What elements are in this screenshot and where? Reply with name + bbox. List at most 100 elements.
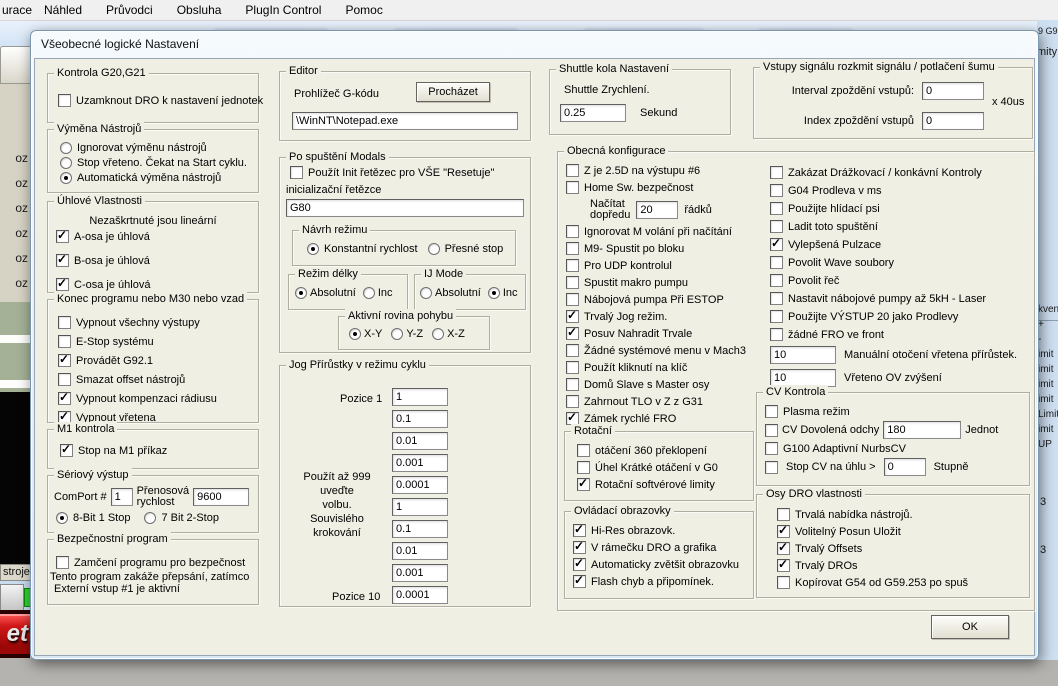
checkbox[interactable] [566, 225, 579, 238]
radio-row[interactable]: Konstantní rychlost [307, 243, 418, 255]
jog-increment-input[interactable] [392, 410, 448, 428]
ok-button[interactable]: OK [931, 615, 1009, 639]
checkbox[interactable] [566, 327, 579, 340]
radio-row[interactable]: Inc [363, 287, 393, 299]
checkbox[interactable] [573, 541, 586, 554]
radio-row[interactable]: 7 Bit 2-Stop [144, 512, 218, 524]
checkbox-row[interactable]: Volitelný Posun Uložit [777, 525, 1029, 538]
checkbox-row[interactable]: V rámečku DRO a grafika [573, 541, 753, 554]
cv-tolerance-input[interactable] [883, 421, 961, 439]
checkbox[interactable] [770, 292, 783, 305]
jog-increment-input[interactable] [392, 564, 448, 582]
menu-item[interactable]: Náhled [44, 3, 82, 17]
checkbox[interactable] [765, 424, 778, 437]
checkbox-row[interactable]: E-Stop systému [58, 335, 258, 348]
jog-increment-input[interactable] [392, 586, 448, 604]
jog-increment-input[interactable] [392, 542, 448, 560]
checkbox-row[interactable]: Provádět G92.1 [58, 354, 258, 367]
jog-increment-input[interactable] [392, 476, 448, 494]
checkbox-row[interactable]: Vypnout kompenzaci rádiusu [58, 392, 258, 405]
checkbox[interactable] [566, 310, 579, 323]
checkbox[interactable] [60, 444, 73, 457]
checkbox-row[interactable]: Pro UDP kontrolul [566, 259, 768, 272]
checkbox-row[interactable]: Hi-Res obrazovk. [573, 524, 753, 537]
checkbox[interactable] [58, 354, 71, 367]
checkbox[interactable] [58, 94, 71, 107]
checkbox-row[interactable]: Použít kliknutí na klíč [566, 361, 768, 374]
checkbox-row[interactable]: žádné FRO ve front [770, 328, 1034, 341]
checkbox[interactable] [56, 556, 69, 569]
checkbox-row[interactable]: Home Sw. bezpečnost [566, 181, 768, 194]
checkbox[interactable] [770, 274, 783, 287]
checkbox[interactable] [566, 164, 579, 177]
radio-row[interactable]: Přesné stop [428, 243, 504, 255]
checkbox-row[interactable]: Trvalý Offsets [777, 542, 1029, 555]
checkbox[interactable] [770, 310, 783, 323]
checkbox-row[interactable]: Spustit makro pumpu [566, 276, 768, 289]
checkbox-row[interactable]: Nábojová pumpa Při ESTOP [566, 293, 768, 306]
radio[interactable] [307, 243, 319, 255]
checkbox-row[interactable]: Žádné systémové menu v Mach3 [566, 344, 768, 357]
checkbox-row[interactable]: G04 Prodleva v ms [770, 184, 1034, 197]
checkbox[interactable] [290, 166, 303, 179]
checkbox-row[interactable]: Úhel Krátké otáčení v G0 [577, 461, 753, 474]
checkbox-row[interactable]: Posuv Nahradit Trvale [566, 327, 768, 340]
checkbox[interactable] [56, 254, 69, 267]
checkbox[interactable] [777, 576, 790, 589]
checkbox-row[interactable]: Automaticky zvětšit obrazovku [573, 558, 753, 571]
checkbox[interactable] [566, 181, 579, 194]
checkbox-row[interactable]: Smazat offset nástrojů [58, 373, 258, 386]
checkbox[interactable] [566, 378, 579, 391]
checkbox-row[interactable]: Trvalý Jog režim. [566, 310, 768, 323]
radio-row[interactable]: Stop vřeteno. Čekat na Start cyklu. [60, 157, 258, 169]
checkbox[interactable] [770, 220, 783, 233]
checkbox-row[interactable]: Zakázat Drážkovací / konkávní Kontroly [770, 166, 1034, 179]
init-string-input[interactable] [286, 199, 524, 217]
checkbox-row[interactable]: Z je 2.5D na výstupu #6 [566, 164, 768, 177]
menu-item[interactable]: Pomoc [345, 3, 382, 17]
radio[interactable] [60, 172, 72, 184]
checkbox-row[interactable]: Rotační softvérové limity [577, 478, 753, 491]
checkbox-row[interactable]: Použijte VÝSTUP 20 jako Prodlevy [770, 310, 1034, 323]
checkbox[interactable] [573, 524, 586, 537]
radio-row[interactable]: Ignorovat výměnu nástrojů [60, 142, 258, 154]
checkbox[interactable] [566, 344, 579, 357]
radio[interactable] [432, 328, 444, 340]
checkbox-row[interactable]: Vylepšená Pulzace [770, 238, 1034, 251]
checkbox-row[interactable]: Trvalý DROs [777, 559, 1029, 572]
browse-button[interactable]: Procházet [416, 82, 490, 102]
jog-increment-input[interactable] [392, 454, 448, 472]
checkbox[interactable] [566, 242, 579, 255]
lookahead-input[interactable] [636, 201, 678, 219]
checkbox[interactable] [777, 559, 790, 572]
radio[interactable] [363, 287, 375, 299]
radio[interactable] [420, 287, 432, 299]
radio[interactable] [488, 287, 500, 299]
checkbox-row[interactable]: Trvalá nabídka nástrojů. [777, 508, 1029, 521]
radio[interactable] [144, 512, 156, 524]
checkbox-row[interactable]: Kopírovat G54 od G59.253 po spuš [777, 576, 1029, 589]
editor-path-input[interactable] [292, 112, 518, 130]
checkbox-row[interactable]: Flash chyb a připomínek. [573, 575, 753, 588]
checkbox[interactable] [577, 461, 590, 474]
menu-item[interactable]: PlugIn Control [245, 3, 321, 17]
reset-button-fragment[interactable]: et [0, 610, 30, 658]
checkbox-row[interactable]: Stop CV na úhlu >Stupně [765, 458, 1029, 476]
checkbox[interactable] [566, 361, 579, 374]
checkbox[interactable] [566, 276, 579, 289]
menu-item[interactable]: Průvodci [106, 3, 153, 17]
checkbox[interactable] [577, 478, 590, 491]
radio-row[interactable]: Automatická výměna nástrojů [60, 172, 258, 184]
radio-row[interactable]: Absolutní [420, 287, 481, 299]
checkbox-row[interactable]: Použijte hlídací psi [770, 202, 1034, 215]
radio[interactable] [349, 328, 361, 340]
checkbox-row[interactable]: Nastavit nábojové pumpy až 5kH - Laser [770, 292, 1034, 305]
jog-increment-input[interactable] [392, 498, 448, 516]
checkbox[interactable] [58, 373, 71, 386]
checkbox[interactable] [765, 405, 778, 418]
radio-row[interactable]: Absolutní [295, 287, 356, 299]
checkbox-row[interactable]: Zahrnout TLO v Z z G31 [566, 395, 768, 408]
checkbox[interactable] [777, 542, 790, 555]
checkbox[interactable] [58, 392, 71, 405]
checkbox-row[interactable]: Povolit řeč [770, 274, 1034, 287]
